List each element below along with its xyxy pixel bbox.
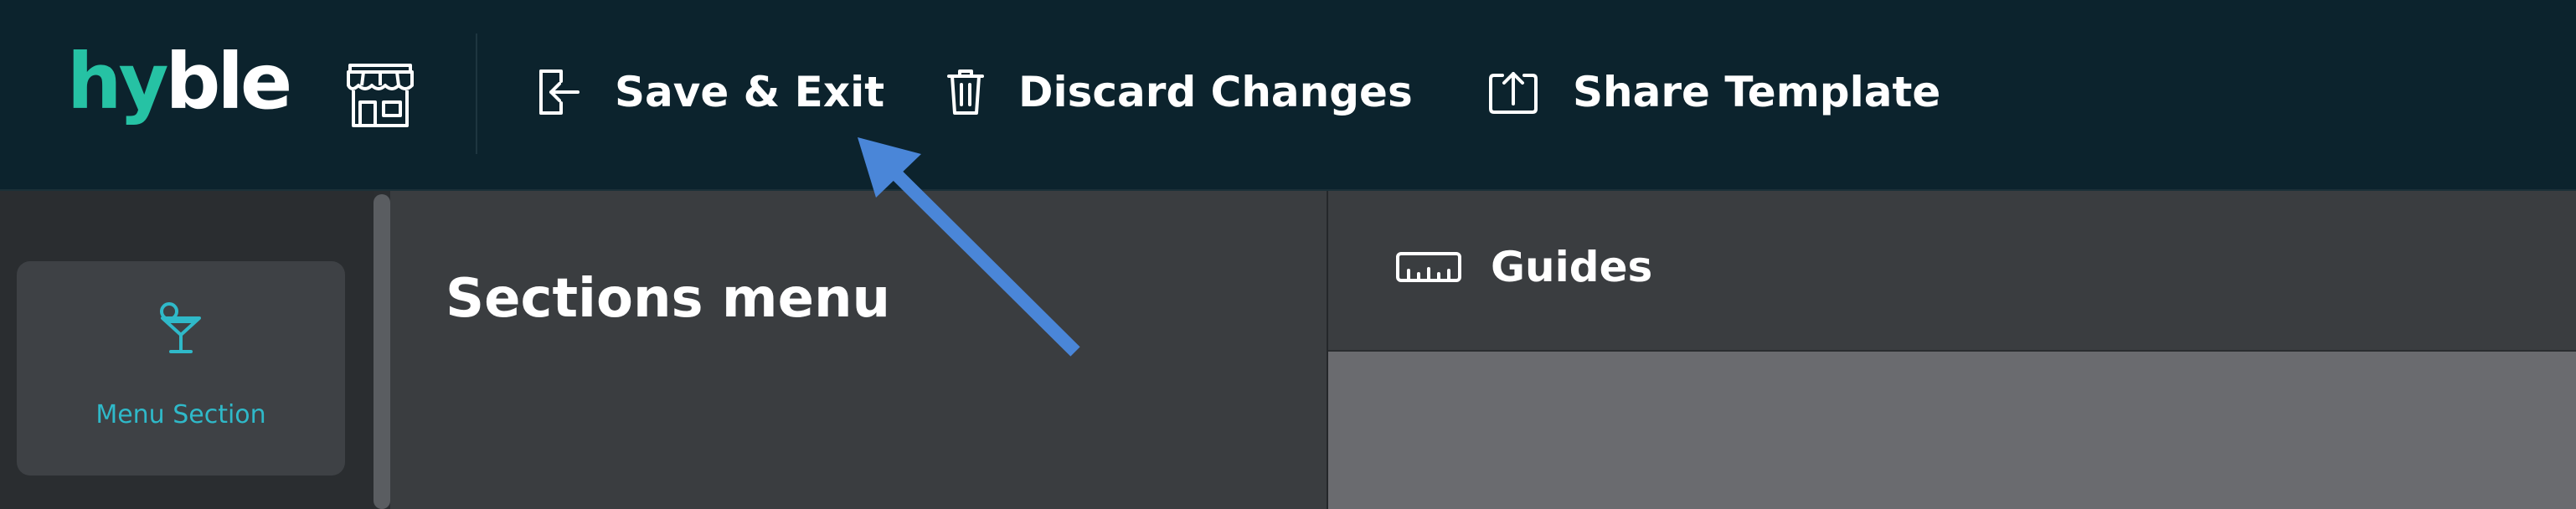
sidebar-item-menu-section[interactable]: Menu Section [17, 261, 345, 476]
toolbar-divider [476, 33, 477, 154]
sections-panel: Sections menu [390, 191, 1328, 509]
exit-icon [539, 69, 580, 115]
share-template-button[interactable]: Share Template [1487, 59, 1940, 126]
top-toolbar: hyble Save & Exit Discard Changes Share … [0, 0, 2576, 191]
save-exit-label: Save & Exit [615, 68, 885, 116]
logo-text-ble: ble [165, 37, 292, 126]
discard-changes-button[interactable]: Discard Changes [946, 59, 1413, 126]
share-upload-icon [1489, 72, 1538, 114]
hyble-logo[interactable]: hyble [67, 44, 292, 121]
ruler-icon [1396, 252, 1461, 282]
sections-panel-title: Sections menu [446, 268, 891, 330]
share-template-label: Share Template [1573, 68, 1941, 116]
sidebar-item-label: Menu Section [95, 400, 266, 429]
storefront-icon[interactable] [345, 60, 415, 131]
canvas-toolbar: Guides [1328, 191, 2576, 352]
trash-icon [947, 69, 984, 115]
save-exit-button[interactable]: Save & Exit [536, 59, 884, 126]
template-canvas[interactable] [1328, 352, 2576, 509]
guides-button[interactable]: Guides [1395, 243, 1652, 291]
rail-scrollbar[interactable] [374, 194, 390, 509]
guides-label: Guides [1491, 243, 1653, 291]
cocktail-glass-icon [160, 302, 201, 353]
discard-changes-label: Discard Changes [1018, 68, 1413, 116]
logo-text-hy: hy [67, 37, 168, 126]
